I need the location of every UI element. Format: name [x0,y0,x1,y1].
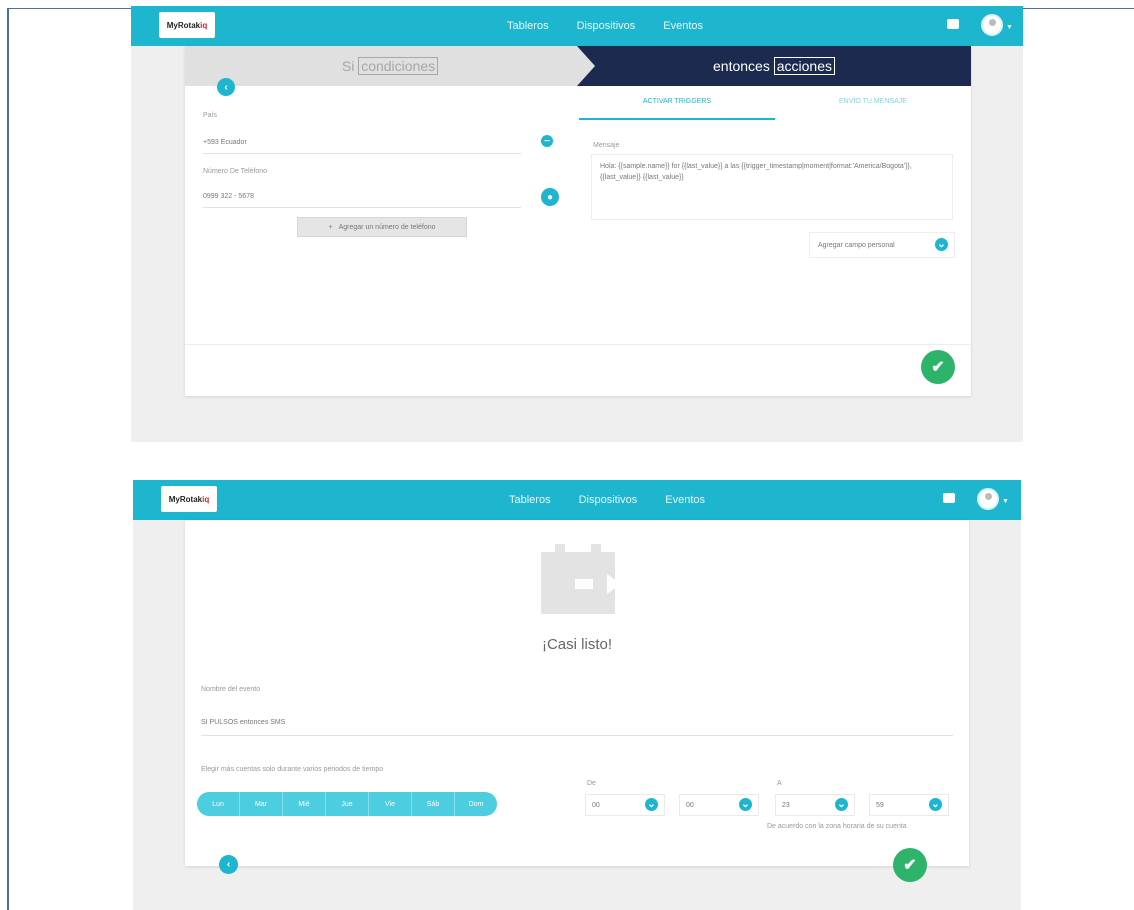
back-button[interactable]: ‹ [217,78,235,96]
custom-field-dropdown[interactable]: Agregar campo personal [809,232,955,258]
back-button[interactable]: ‹ [219,855,238,874]
chevron-down-icon[interactable]: ▼ [1006,24,1013,31]
day-fri[interactable]: Vie [369,792,412,816]
main-nav: Tableros Dispositivos Eventos [507,6,703,46]
add-phone-button[interactable]: + Agregar un número de teléfono [297,217,467,237]
nav-devices[interactable]: Dispositivos [579,494,638,506]
event-rule-icon [541,544,621,614]
user-avatar-icon[interactable] [981,14,1003,36]
main-nav: Tableros Dispositivos Eventos [509,480,705,520]
day-sat[interactable]: Sáb [412,792,455,816]
plus-icon: + [328,223,333,231]
chevron-down-icon[interactable]: ⌄ [739,798,752,811]
day-thu[interactable]: Jue [326,792,369,816]
inbox-icon[interactable] [943,493,955,503]
step-conditions[interactable]: Si condiciones [185,46,595,86]
phone-label: Número De Teléfono [203,168,268,175]
tab-triggers[interactable]: ACTIVAR TRIGGERS [579,98,775,120]
brand-logo[interactable]: MyRotak iq [159,12,215,38]
footer-divider [185,344,971,345]
top-navbar: MyRotak iq Tableros Dispositivos Eventos … [133,480,1021,520]
nav-dashboards[interactable]: Tableros [507,20,549,32]
weekday-selector: Lun Mar Mié Jue Vie Sáb Dom [197,792,497,816]
tab-send-message[interactable]: ENVÍO TU MENSAJE [775,98,971,120]
nav-events[interactable]: Eventos [665,494,705,506]
nav-events[interactable]: Eventos [663,20,703,32]
nav-devices[interactable]: Dispositivos [577,20,636,32]
rule-name-label: Nombre del evento [201,686,261,693]
finish-card: ¡Casi listo! Nombre del evento SI PULSOS… [185,520,969,866]
rule-card: Si condiciones entonces acciones ‹ País … [185,46,971,396]
nav-dashboards[interactable]: Tableros [509,494,551,506]
day-sun[interactable]: Dom [455,792,497,816]
phone-input[interactable]: 0999 322 - 5678 [203,190,521,208]
message-textarea[interactable]: Hola: {{sample.name}} for {{last_value}}… [591,154,953,220]
rule-name-input[interactable]: SI PULSOS entonces SMS [201,716,953,736]
day-mon[interactable]: Lun [197,792,240,816]
chevron-down-icon[interactable]: ⌄ [835,798,848,811]
schedule-label: Elegir más cuentas solo durante varios p… [201,766,384,773]
message-label: Mensaje [593,142,620,149]
screenshot-actions: MyRotak iq Tableros Dispositivos Eventos … [131,6,1023,442]
page-title: ¡Casi listo! [541,636,612,653]
chevron-down-icon[interactable]: ⌄ [935,238,948,251]
country-label: País [203,112,218,119]
day-wed[interactable]: Mié [283,792,326,816]
screenshot-almost-ready: MyRotak iq Tableros Dispositivos Eventos … [133,480,1021,910]
chevron-down-icon[interactable]: ⌄ [645,798,658,811]
to-label: A [777,780,782,787]
frame-line-left [7,8,9,910]
timezone-note: De acuerdo con la zona horaria de su cue… [767,823,907,830]
inbox-icon[interactable] [947,19,959,29]
confirm-button[interactable]: ✔ [921,350,955,384]
brand-logo[interactable]: MyRotak iq [161,486,217,512]
chevron-down-icon[interactable]: ▼ [1002,498,1009,505]
confirm-button[interactable]: ✔ [893,848,927,882]
top-navbar: MyRotak iq Tableros Dispositivos Eventos … [131,6,1023,46]
chevron-down-icon[interactable]: ⌄ [929,798,942,811]
user-avatar-icon[interactable] [977,488,999,510]
phone-action-button[interactable]: ● [541,188,559,206]
country-select[interactable]: +593 Ecuador [203,136,521,154]
day-tue[interactable]: Mar [240,792,283,816]
step-actions[interactable]: entonces acciones [577,46,971,86]
remove-country-button[interactable]: − [541,135,553,147]
from-label: De [587,780,596,787]
